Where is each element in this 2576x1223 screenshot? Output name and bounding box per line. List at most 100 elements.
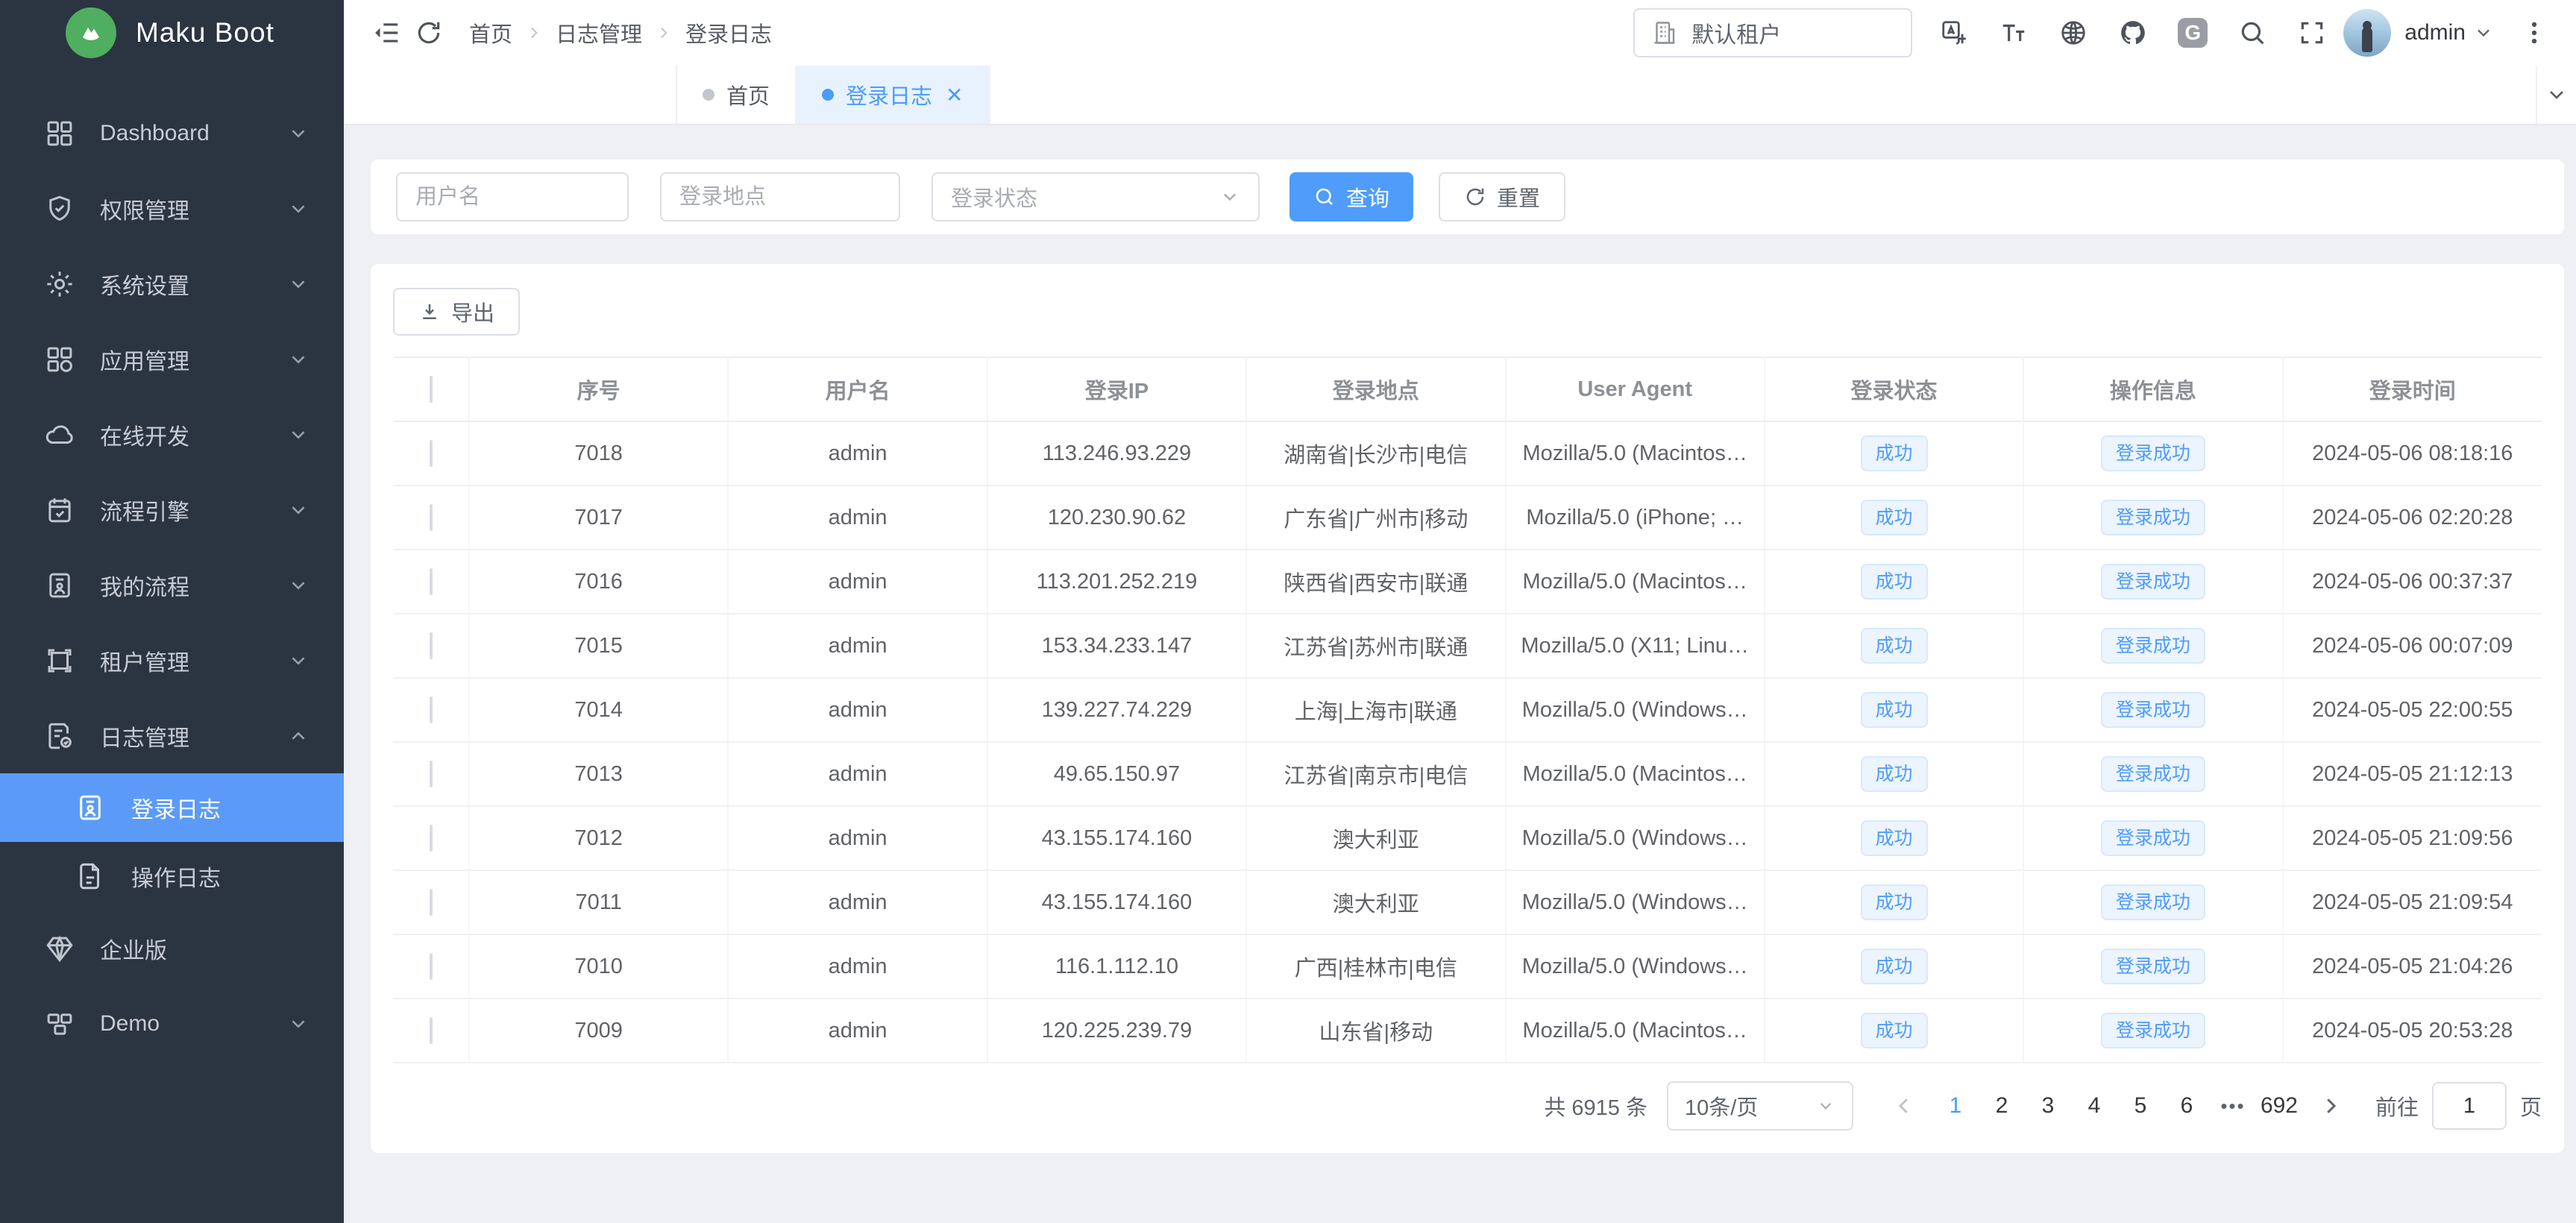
- tabs: 首页 登录日志 ✕: [344, 66, 990, 124]
- chevron-down-icon: [287, 273, 310, 295]
- export-button[interactable]: 导出: [393, 288, 520, 336]
- status-badge: 成功: [1861, 628, 1928, 664]
- status-badge: 成功: [1861, 884, 1928, 920]
- globe-icon[interactable]: [2052, 12, 2094, 54]
- breadcrumb-log[interactable]: 日志管理: [556, 17, 642, 48]
- sidebar-item-my-workflow[interactable]: 我的流程: [0, 547, 344, 623]
- user-agent-cell: Mozilla/5.0 (Macintos…: [1506, 421, 1765, 485]
- sidebar-subitem-operation-log[interactable]: 操作日志: [0, 842, 344, 911]
- sidebar-item-online-dev[interactable]: 在线开发: [0, 397, 344, 472]
- operation-cell: 登录成功: [2023, 550, 2282, 614]
- sidebar-item-label: 租户管理: [100, 644, 287, 677]
- sidebar-item-log[interactable]: 日志管理: [0, 698, 344, 773]
- avatar[interactable]: [2343, 9, 2391, 57]
- tab-login-log[interactable]: 登录日志 ✕: [797, 66, 990, 124]
- row-select-cell: [393, 999, 469, 1063]
- search-button[interactable]: 查询: [1289, 172, 1413, 221]
- more-pages-icon[interactable]: •••: [2210, 1085, 2256, 1127]
- row-checkbox[interactable]: [430, 1017, 433, 1044]
- logo[interactable]: Maku Boot: [0, 0, 344, 66]
- ip-cell: 120.225.239.79: [987, 999, 1246, 1063]
- sidebar-subitem-login-log[interactable]: 登录日志: [0, 773, 344, 842]
- chevron-down-icon: [287, 348, 310, 371]
- sidebar-item-tenant[interactable]: 租户管理: [0, 623, 344, 698]
- seq-cell: 7015: [469, 614, 728, 678]
- breadcrumb-login-log[interactable]: 登录日志: [685, 17, 772, 48]
- fullscreen-icon[interactable]: [2291, 12, 2333, 54]
- page-number-4[interactable]: 4: [2071, 1085, 2117, 1127]
- row-checkbox[interactable]: [430, 953, 433, 980]
- location-cell: 广东省|广州市|移动: [1246, 485, 1505, 550]
- logo-icon: [66, 7, 116, 58]
- goto-page-input[interactable]: [2432, 1082, 2507, 1130]
- chevron-down-icon: [287, 1013, 310, 1035]
- ip-cell: 43.155.174.160: [987, 806, 1246, 870]
- page-number-1[interactable]: 1: [1932, 1085, 1979, 1127]
- reset-button[interactable]: 重置: [1439, 172, 1565, 221]
- ip-cell: 113.246.93.229: [987, 421, 1246, 485]
- tab-home[interactable]: 首页: [676, 66, 797, 124]
- seq-cell: 7009: [469, 999, 728, 1063]
- username[interactable]: admin: [2404, 20, 2466, 45]
- prev-page-button[interactable]: [1883, 1085, 1925, 1127]
- chevron-down-icon[interactable]: [2473, 22, 2494, 43]
- page-size-value: 10条/页: [1685, 1090, 1758, 1122]
- row-checkbox[interactable]: [430, 889, 433, 916]
- username-filter-input[interactable]: [396, 172, 629, 221]
- operation-badge: 登录成功: [2101, 628, 2205, 664]
- column-header: 操作信息: [2023, 357, 2282, 421]
- row-checkbox[interactable]: [430, 761, 433, 787]
- app-title: Maku Boot: [136, 17, 274, 48]
- operation-badge: 登录成功: [2101, 820, 2205, 856]
- row-checkbox[interactable]: [430, 632, 433, 659]
- next-page-button[interactable]: [2310, 1085, 2352, 1127]
- page-number-2[interactable]: 2: [1979, 1085, 2025, 1127]
- page-number-692[interactable]: 692: [2256, 1085, 2302, 1127]
- github-icon[interactable]: [2112, 12, 2154, 54]
- status-filter-select[interactable]: 登录状态: [932, 172, 1260, 221]
- operation-badge: 登录成功: [2101, 436, 2205, 471]
- status-cell: 成功: [1765, 806, 2023, 870]
- doc-user-icon: [43, 569, 76, 602]
- row-checkbox[interactable]: [430, 697, 433, 723]
- tab-dropdown-icon[interactable]: [2536, 66, 2576, 124]
- search-icon[interactable]: [2231, 12, 2273, 54]
- seq-cell: 7016: [469, 550, 728, 614]
- breadcrumb-home[interactable]: 首页: [469, 17, 512, 48]
- username-cell: admin: [728, 870, 987, 934]
- sidebar-item-demo[interactable]: Demo: [0, 986, 344, 1061]
- kebab-menu-icon[interactable]: [2513, 12, 2555, 54]
- gitee-icon[interactable]: G: [2172, 12, 2214, 54]
- language-icon[interactable]: [1933, 12, 1975, 54]
- collapse-sidebar-icon[interactable]: [366, 12, 408, 54]
- close-icon[interactable]: ✕: [946, 83, 963, 107]
- refresh-icon[interactable]: [408, 12, 450, 54]
- location-filter-input[interactable]: [660, 172, 900, 221]
- status-badge: 成功: [1861, 564, 1928, 600]
- sidebar-item-application[interactable]: 应用管理: [0, 321, 344, 397]
- row-checkbox[interactable]: [430, 825, 433, 852]
- row-checkbox[interactable]: [430, 568, 433, 595]
- sidebar-item-workflow[interactable]: 流程引擎: [0, 472, 344, 547]
- operation-cell: 登录成功: [2023, 934, 2282, 999]
- font-size-icon[interactable]: [1993, 12, 2035, 54]
- sidebar-item-permission[interactable]: 权限管理: [0, 171, 344, 246]
- select-all-checkbox[interactable]: [430, 376, 433, 403]
- sidebar-item-dashboard[interactable]: Dashboard: [0, 95, 344, 171]
- row-checkbox[interactable]: [430, 504, 433, 531]
- page-size-select[interactable]: 10条/页: [1667, 1081, 1853, 1131]
- row-checkbox[interactable]: [430, 440, 433, 467]
- ip-cell: 113.201.252.219: [987, 550, 1246, 614]
- operation-badge: 登录成功: [2101, 692, 2205, 728]
- page-number-5[interactable]: 5: [2117, 1085, 2164, 1127]
- page-number-6[interactable]: 6: [2164, 1085, 2210, 1127]
- operation-badge: 登录成功: [2101, 564, 2205, 600]
- location-cell: 陕西省|西安市|联通: [1246, 550, 1505, 614]
- sidebar-item-enterprise[interactable]: 企业版: [0, 911, 344, 986]
- table-row: 7010 admin 116.1.112.10 广西|桂林市|电信 Mozill…: [393, 934, 2542, 999]
- topbar: 首页 日志管理 登录日志 默认租户: [344, 0, 2576, 66]
- page-number-3[interactable]: 3: [2025, 1085, 2071, 1127]
- sidebar-item-label: Demo: [100, 1011, 287, 1037]
- tenant-select[interactable]: 默认租户: [1633, 8, 1912, 57]
- sidebar-item-system[interactable]: 系统设置: [0, 246, 344, 321]
